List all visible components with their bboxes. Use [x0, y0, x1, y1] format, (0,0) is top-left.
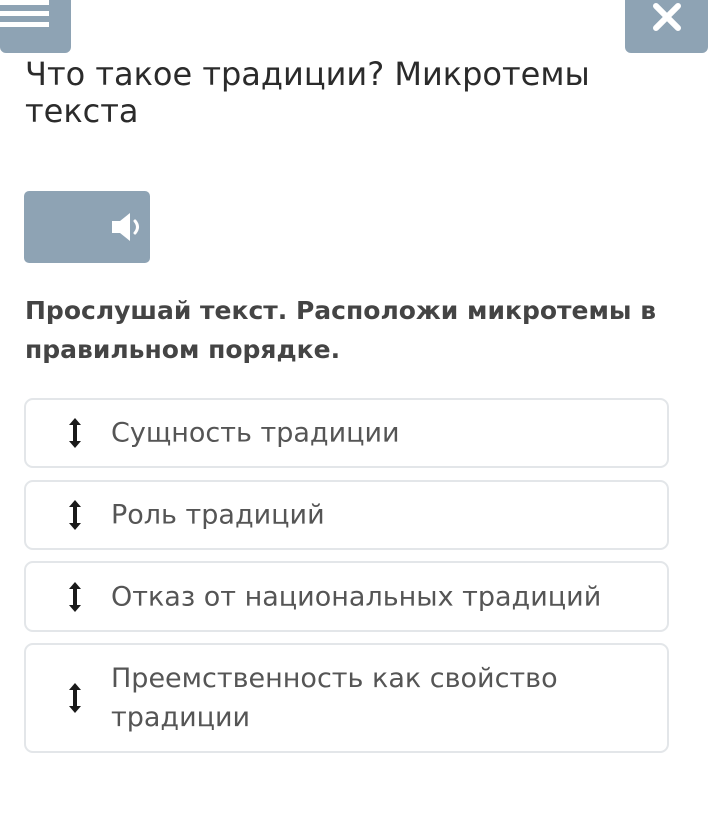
task-instruction: Прослушай текст. Расположи микротемы в п… — [25, 296, 657, 364]
sortable-item[interactable]: Преемственность как свойство традиции — [24, 643, 669, 753]
sortable-item[interactable]: Отказ от национальных традиций — [24, 561, 669, 632]
drag-handle-icon[interactable] — [68, 417, 82, 449]
drag-handle-icon[interactable] — [68, 499, 82, 531]
task-page: Что такое традиции? Микротемы текста Про… — [0, 0, 708, 825]
sortable-item-label: Роль традиций — [111, 499, 325, 531]
sortable-item-label: Преемственность как свойство традиции — [111, 663, 558, 733]
speaker-icon — [112, 213, 139, 241]
sortable-item[interactable]: Роль традиций — [24, 480, 669, 550]
sortable-item-label: Сущность традиции — [111, 417, 400, 449]
drag-handle-icon[interactable] — [68, 682, 82, 714]
play-audio-button[interactable] — [24, 191, 150, 263]
drag-handle-icon[interactable] — [68, 581, 82, 613]
close-x-icon — [653, 3, 681, 31]
menu-button[interactable] — [0, 0, 71, 53]
sortable-item[interactable]: Сущность традиции — [24, 398, 669, 468]
page-title: Что такое традиции? Микротемы текста — [25, 55, 590, 130]
close-button[interactable] — [625, 0, 708, 53]
sortable-item-label: Отказ от национальных традиций — [111, 581, 602, 612]
